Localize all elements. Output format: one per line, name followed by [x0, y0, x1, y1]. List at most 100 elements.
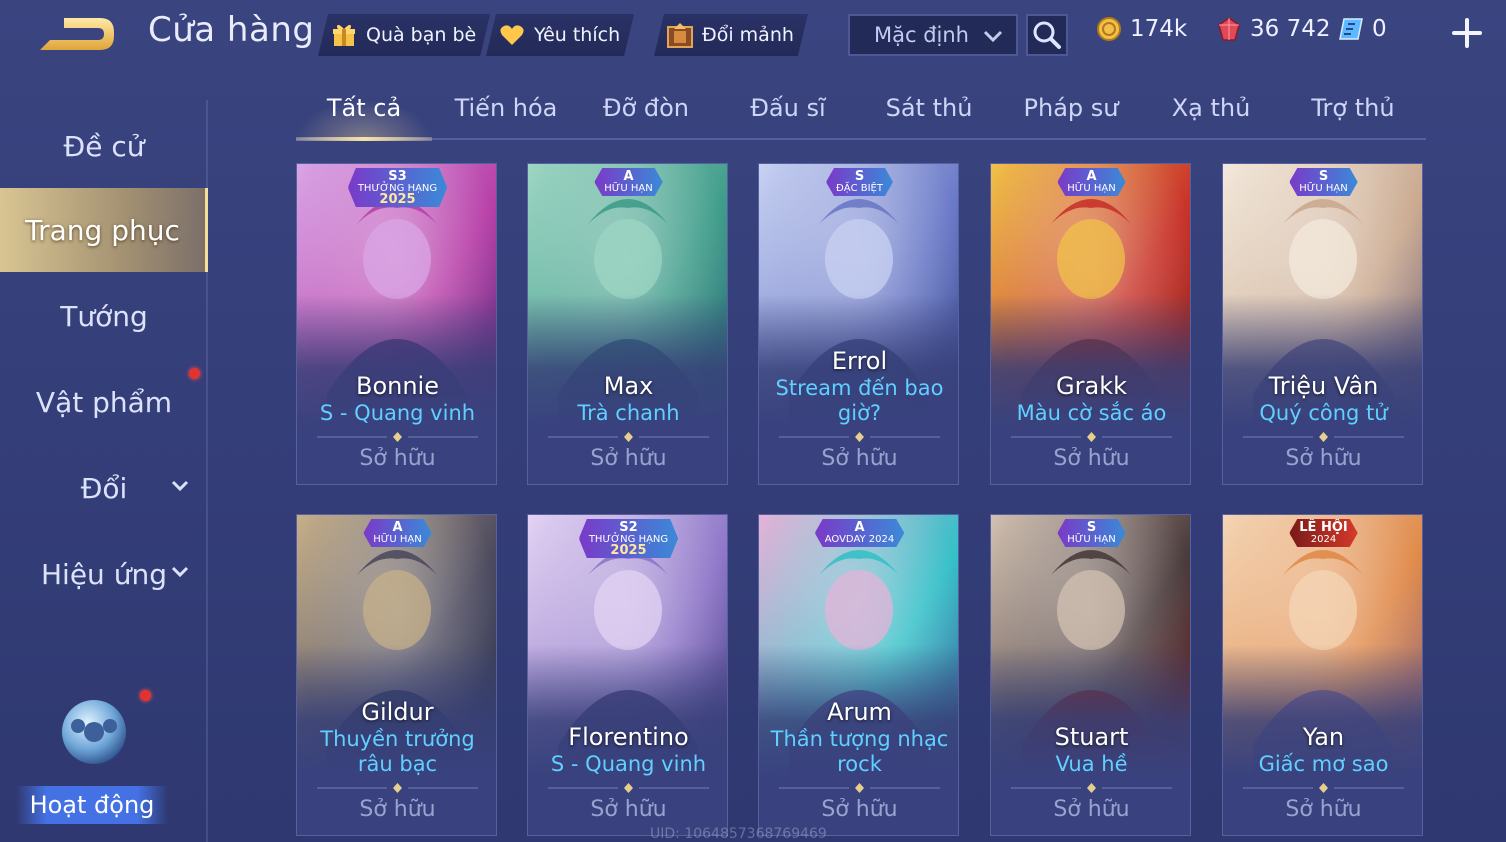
notification-dot [189, 368, 200, 379]
sidebar-item-label: Hiệu ứng [41, 557, 167, 591]
skin-name: Quý công tử [1259, 401, 1388, 425]
hero-name: Max [603, 372, 654, 400]
badge-text: ĐẶC BIỆT [836, 183, 883, 194]
activity-orb-icon [62, 700, 126, 764]
voucher-icon [1339, 18, 1363, 40]
skin-name: Vua hề [1055, 752, 1128, 776]
skin-card[interactable]: LỄ HỘI 2024 Yan Giấc mơ sao Sở hữu [1222, 514, 1423, 836]
hero-name: Arum [827, 698, 892, 726]
ownership-status: Sở hữu [821, 446, 898, 471]
back-button[interactable] [34, 12, 118, 56]
skin-card[interactable]: S3 THƯỞNG HẠNG 2025 Bonnie S - Quang vin… [296, 163, 497, 485]
badge-tier: S3 [388, 169, 407, 184]
badge-tag: S HỮU HẠN [1057, 519, 1125, 547]
gift-icon [330, 21, 358, 49]
sidebar-item-label: Đề cử [63, 129, 145, 163]
hero-name: Stuart [1054, 723, 1129, 751]
skin-name: Màu cờ sắc áo [1016, 401, 1167, 425]
favorites-label: Yêu thích [534, 24, 621, 46]
badge-text: 2024 [1310, 534, 1337, 545]
hero-name: Triệu Vân [1268, 372, 1379, 400]
rarity-badge: A HỮU HẠN [991, 164, 1191, 204]
sort-dropdown[interactable]: Mặc định [848, 14, 1018, 56]
sort-value: Mặc định [874, 23, 969, 47]
tab-fighter[interactable]: Đấu sĩ [728, 94, 848, 138]
divider-ornament [548, 783, 709, 793]
friend-gift-label: Quà bạn bè [366, 24, 477, 46]
friend-gift-button[interactable]: Quà bạn bè [318, 14, 490, 56]
sidebar-item-exchange[interactable]: Đổi [0, 446, 208, 530]
tab-support[interactable]: Trợ thủ [1296, 94, 1410, 138]
plus-icon [1452, 18, 1482, 48]
hero-name: Grakk [1056, 372, 1127, 400]
divider-ornament [317, 432, 478, 442]
sidebar-item-heroes[interactable]: Tướng [0, 274, 208, 358]
skin-card[interactable]: A HỮU HẠN Grakk Màu cờ sắc áo Sở hữu [990, 163, 1191, 485]
chevron-down-icon [171, 480, 189, 492]
skin-card[interactable]: A HỮU HẠN Max Trà chanh Sở hữu [527, 163, 728, 485]
skin-card[interactable]: S ĐẶC BIỆT Errol Stream đến bao giờ? Sở … [758, 163, 959, 485]
rarity-badge: A HỮU HẠN [528, 164, 728, 204]
skin-card[interactable]: A AOVDAY 2024 Arum Thần tượng nhạc rock … [758, 514, 959, 836]
sidebar-item-effects[interactable]: Hiệu ứng [0, 532, 208, 616]
gold-balance: 174k [1096, 16, 1187, 42]
ownership-status: Sở hữu [821, 797, 898, 822]
sidebar-item-label: Vật phẩm [35, 385, 173, 419]
ruby-balance: 36 742 [1216, 16, 1330, 42]
skin-card[interactable]: S2 THƯỞNG HẠNG 2025 Florentino S - Quang… [527, 514, 728, 836]
badge-tier: S2 [619, 520, 638, 535]
tab-all[interactable]: Tất cả [296, 94, 432, 138]
skin-name: Trà chanh [577, 401, 680, 425]
gold-value: 174k [1130, 16, 1188, 42]
tab-tank[interactable]: Đỡ đòn [588, 94, 704, 138]
divider-ornament [317, 783, 478, 793]
tab-mage[interactable]: Pháp sư [1012, 94, 1130, 138]
ownership-status: Sở hữu [1053, 446, 1130, 471]
badge-tag: S ĐẶC BIỆT [826, 168, 893, 196]
skin-name: S - Quang vinh [319, 401, 476, 425]
chevron-down-icon [171, 566, 189, 578]
badge-tier: A [1086, 169, 1097, 184]
badge-tier: S [1086, 520, 1097, 535]
badge-tag: LỄ HỘI 2024 [1289, 519, 1357, 547]
chevron-down-icon [983, 30, 1003, 43]
shard-exchange-label: Đổi mảnh [702, 24, 794, 46]
skin-card[interactable]: S HỮU HẠN Stuart Vua hề Sở hữu [990, 514, 1191, 836]
ownership-status: Sở hữu [1053, 797, 1130, 822]
divider-ornament [779, 432, 940, 442]
add-currency-button[interactable] [1448, 14, 1486, 52]
sidebar-item-items[interactable]: Vật phẩm [0, 360, 208, 444]
heart-icon [498, 21, 526, 49]
favorites-button[interactable]: Yêu thích [486, 14, 634, 56]
search-button[interactable] [1026, 14, 1068, 56]
sidebar-item-recommended[interactable]: Đề cử [0, 104, 208, 188]
tab-marksman[interactable]: Xạ thủ [1156, 94, 1266, 138]
top-bar: Cửa hàng Quà bạn bè Yêu thích Đổi mảnh M… [0, 0, 1506, 70]
gold-coin-icon [1097, 17, 1121, 41]
uid-watermark: UID: 1064857368769469 [650, 826, 827, 842]
tab-evolution[interactable]: Tiến hóa [446, 94, 566, 138]
badge-tag: S HỮU HẠN [1289, 168, 1357, 196]
badge-text: AOVDAY 2024 [824, 534, 895, 545]
tab-assassin[interactable]: Sát thủ [870, 94, 988, 138]
badge-tier: A [623, 169, 634, 184]
badge-year: 2025 [610, 543, 647, 558]
skin-card[interactable]: A HỮU HẠN Gildur Thuyền trưởng râu bạc S… [296, 514, 497, 836]
category-tabs: Tất cả Tiến hóa Đỡ đòn Đấu sĩ Sát thủ Ph… [296, 86, 1426, 141]
skin-card[interactable]: S HỮU HẠN Triệu Vân Quý công tử Sở hữu [1222, 163, 1423, 485]
badge-tag: A HỮU HẠN [1057, 168, 1125, 196]
rarity-badge: S HỮU HẠN [991, 515, 1191, 555]
rarity-badge: S HỮU HẠN [1223, 164, 1423, 204]
back-arrow-icon [40, 18, 114, 50]
divider-ornament [548, 432, 709, 442]
voucher-balance: 0 [1338, 16, 1387, 42]
badge-text: HỮU HẠN [1299, 183, 1348, 194]
shard-chest-icon [666, 21, 694, 49]
activity-button[interactable]: Hoạt động [16, 690, 168, 830]
ownership-status: Sở hữu [1285, 797, 1362, 822]
shard-exchange-button[interactable]: Đổi mảnh [654, 14, 808, 56]
divider-ornament [1243, 783, 1404, 793]
sidebar-item-skins[interactable]: Trang phục [0, 188, 208, 272]
ownership-status: Sở hữu [590, 446, 667, 471]
rarity-badge: S3 THƯỞNG HẠNG 2025 [297, 164, 497, 204]
